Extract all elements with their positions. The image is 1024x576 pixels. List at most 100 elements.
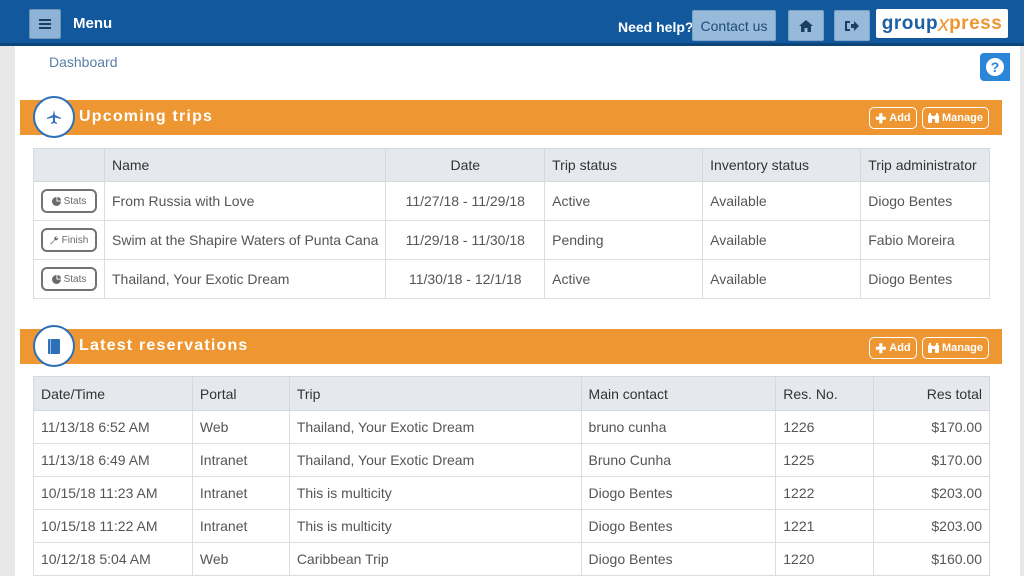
column-header[interactable]: Trip status [544,148,704,182]
trips-add-button[interactable]: ✚ Add [869,107,917,129]
trip-name[interactable]: Swim at the Shapire Waters of Punta Cana [103,220,387,260]
reservations-manage-label: Manage [942,342,983,354]
res-datetime: 10/12/18 5:04 AM [33,542,193,576]
pie-chart-icon [51,196,61,206]
top-navbar: Menu Need help? Contact us group x press [0,0,1024,46]
logout-button[interactable] [834,10,870,41]
table-header-row: Date/Time Portal Trip Main contact Res. … [33,376,990,411]
column-header [33,148,105,182]
res-trip[interactable]: Thailand, Your Exotic Dream [288,443,582,477]
question-icon: ? [986,58,1004,76]
table-row[interactable]: Stats Thailand, Your Exotic Dream 11/30/… [33,259,990,299]
sign-out-icon [845,20,859,31]
res-total: $203.00 [873,509,990,543]
table-row[interactable]: 10/12/18 5:04 AM Web Caribbean Trip Diog… [33,542,990,576]
reservations-add-button[interactable]: ✚ Add [869,337,917,359]
reservations-add-label: Add [889,342,911,354]
res-portal: Web [191,542,290,576]
res-portal: Intranet [191,443,290,477]
res-number[interactable]: 1226 [775,410,875,444]
home-icon [799,19,813,32]
res-datetime: 11/13/18 6:49 AM [33,443,193,477]
upcoming-trips-title: Upcoming trips [79,108,214,125]
table-row[interactable]: Stats From Russia with Love 11/27/18 - 1… [33,181,990,221]
trip-name[interactable]: From Russia with Love [103,181,387,221]
column-header[interactable]: Inventory status [702,148,862,182]
column-header[interactable]: Res. No. [775,376,875,411]
trip-name[interactable]: Thailand, Your Exotic Dream [103,259,387,299]
need-help-text: Need help? [618,19,694,35]
trip-status: Active [544,181,704,221]
table-row[interactable]: Finish Swim at the Shapire Waters of Pun… [33,220,990,260]
trips-manage-button[interactable]: Manage [922,107,989,129]
stats-button[interactable]: Stats [41,189,97,213]
hamburger-icon [39,19,51,29]
groupxpress-logo[interactable]: group x press [876,9,1008,38]
trip-admin: Diogo Bentes [860,181,990,221]
trip-date: 11/29/18 - 11/30/18 [385,220,546,260]
plus-icon: ✚ [875,110,887,126]
res-trip[interactable]: This is multicity [288,509,582,543]
column-header[interactable]: Name [103,148,387,182]
latest-reservations-table: Date/Time Portal Trip Main contact Res. … [33,376,990,576]
inventory-status: Available [702,181,862,221]
table-row[interactable]: 10/15/18 11:22 AM Intranet This is multi… [33,509,990,543]
table-row[interactable]: 11/13/18 6:49 AM Intranet Thailand, Your… [33,443,990,477]
help-button[interactable]: ? [980,53,1010,81]
res-trip[interactable]: This is multicity [288,476,582,510]
res-contact[interactable]: Diogo Bentes [580,476,777,510]
inventory-status: Available [702,220,862,260]
upcoming-trips-badge [33,96,75,138]
res-total: $170.00 [873,410,990,444]
latest-reservations-badge [33,325,75,367]
reservations-manage-button[interactable]: Manage [922,337,989,359]
plane-icon [47,110,61,124]
wrench-icon [49,235,58,245]
breadcrumb[interactable]: Dashboard [49,54,118,70]
menu-button[interactable] [29,9,61,39]
finish-label: Finish [61,234,89,246]
res-number[interactable]: 1225 [775,443,875,477]
logo-part1: group [881,12,939,34]
column-header[interactable]: Date [385,148,546,182]
table-row[interactable]: 10/15/18 11:23 AM Intranet This is multi… [33,476,990,510]
stats-label: Stats [63,195,87,207]
res-number[interactable]: 1221 [775,509,875,543]
res-total: $160.00 [873,542,990,576]
trip-status: Active [544,259,704,299]
home-button[interactable] [788,10,824,41]
res-number[interactable]: 1222 [775,476,875,510]
column-header[interactable]: Trip [288,376,582,411]
res-contact[interactable]: Diogo Bentes [580,509,777,543]
finish-button[interactable]: Finish [41,228,97,252]
menu-label[interactable]: Menu [73,15,112,32]
res-trip[interactable]: Thailand, Your Exotic Dream [288,410,582,444]
plus-icon: ✚ [875,340,887,356]
res-contact[interactable]: bruno cunha [580,410,777,444]
binoculars-icon [928,343,940,353]
latest-reservations-title: Latest reservations [79,337,249,354]
column-header[interactable]: Main contact [580,376,777,411]
table-header-row: Name Date Trip status Inventory status T… [33,148,990,182]
column-header[interactable]: Portal [191,376,290,411]
contact-us-button[interactable]: Contact us [692,10,776,41]
trip-admin: Fabio Moreira [860,220,990,260]
column-header[interactable]: Trip administrator [860,148,990,182]
column-header[interactable]: Date/Time [33,376,193,411]
res-contact[interactable]: Bruno Cunha [580,443,777,477]
column-header[interactable]: Res total [873,376,990,411]
trip-date: 11/27/18 - 11/29/18 [385,181,546,221]
res-portal: Intranet [191,509,290,543]
res-portal: Intranet [191,476,290,510]
res-total: $170.00 [873,443,990,477]
res-trip[interactable]: Caribbean Trip [288,542,582,576]
res-number[interactable]: 1220 [775,542,875,576]
trips-add-label: Add [889,112,911,124]
logo-part2: x [938,10,950,36]
logo-part3: press [949,12,1003,34]
res-datetime: 10/15/18 11:22 AM [33,509,193,543]
table-row[interactable]: 11/13/18 6:52 AM Web Thailand, Your Exot… [33,410,990,444]
stats-button[interactable]: Stats [41,267,97,291]
res-contact[interactable]: Diogo Bentes [580,542,777,576]
trips-manage-label: Manage [942,112,983,124]
